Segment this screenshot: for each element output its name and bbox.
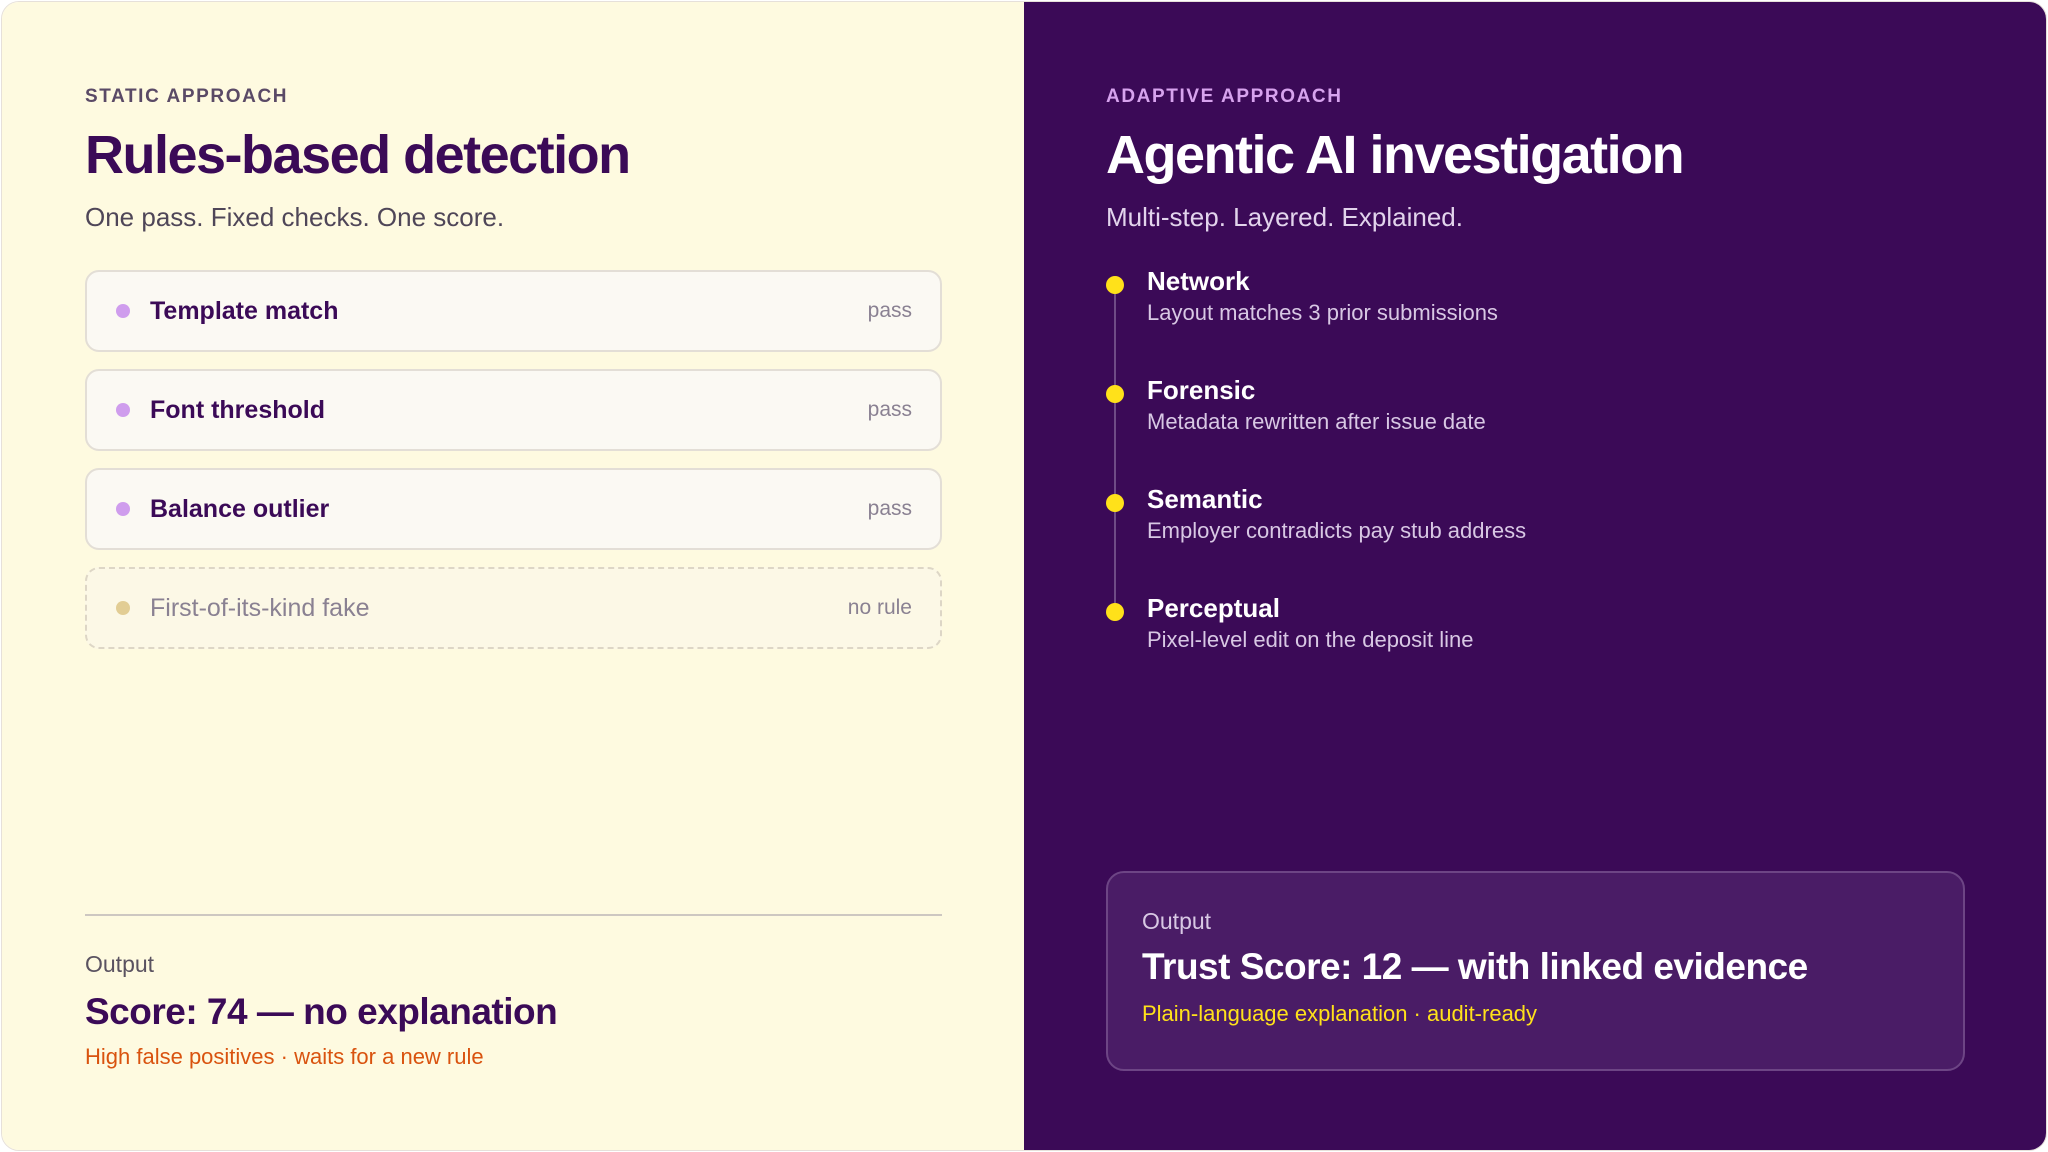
investigation-timeline: Network Layout matches 3 prior submissio… <box>1106 266 1964 702</box>
output-label: Output <box>1142 908 1212 934</box>
rule-status: no rule <box>847 596 912 619</box>
step-description: Employer contradicts pay stub address <box>1147 518 1527 543</box>
rule-bullet-icon <box>116 403 130 417</box>
step-description: Layout matches 3 prior submissions <box>1147 300 1498 325</box>
step-bullet-icon <box>1106 385 1124 403</box>
step-bullet-icon <box>1106 603 1124 621</box>
adaptive-eyebrow: ADAPTIVE APPROACH <box>1106 86 1343 107</box>
static-subtitle: One pass. Fixed checks. One score. <box>85 202 505 232</box>
rule-bullet-icon <box>116 601 130 615</box>
output-label: Output <box>85 951 155 977</box>
rule-bullet-icon <box>116 304 130 318</box>
step-perceptual: Perceptual Pixel-level edit on the depos… <box>1106 593 1964 702</box>
adaptive-approach-panel: ADAPTIVE APPROACH Agentic AI investigati… <box>1024 2 2046 1150</box>
rule-list: Template match pass Font threshold pass … <box>85 270 942 649</box>
adaptive-title: Agentic AI investigation <box>1106 125 1685 185</box>
rule-label: First-of-its-kind fake <box>150 593 370 622</box>
output-trust-score: Trust Score: 12 — with linked evidence <box>1142 946 1808 987</box>
step-bullet-icon <box>1106 276 1124 294</box>
rule-label: Template match <box>150 296 339 325</box>
step-description: Pixel-level edit on the deposit line <box>1147 627 1474 652</box>
step-title: Network <box>1147 266 1250 296</box>
rule-card-font-threshold: Font threshold pass <box>85 369 942 451</box>
rule-card-template-match: Template match pass <box>85 270 942 352</box>
static-eyebrow: STATIC APPROACH <box>85 86 289 107</box>
step-title: Forensic <box>1147 375 1256 405</box>
adaptive-subtitle: Multi-step. Layered. Explained. <box>1106 202 1463 232</box>
output-score: Score: 74 — no explanation <box>85 991 558 1032</box>
step-title: Semantic <box>1147 484 1263 514</box>
rule-status: pass <box>867 299 912 322</box>
rule-card-balance-outlier: Balance outlier pass <box>85 468 942 550</box>
output-note: Plain-language explanation · audit-ready <box>1142 1001 1538 1026</box>
static-output: Output Score: 74 — no explanation High f… <box>85 914 942 1072</box>
output-note: High false positives · waits for a new r… <box>85 1044 484 1069</box>
step-title: Perceptual <box>1147 593 1280 623</box>
step-forensic: Forensic Metadata rewritten after issue … <box>1106 375 1964 484</box>
rule-status: pass <box>867 398 912 421</box>
rule-label: Font threshold <box>150 395 325 424</box>
step-semantic: Semantic Employer contradicts pay stub a… <box>1106 484 1964 593</box>
rule-status: pass <box>867 497 912 520</box>
step-network: Network Layout matches 3 prior submissio… <box>1106 266 1964 375</box>
rule-card-first-of-its-kind: First-of-its-kind fake no rule <box>85 567 942 649</box>
static-title: Rules-based detection <box>85 125 631 185</box>
static-approach-panel: STATIC APPROACH Rules-based detection On… <box>2 2 1024 1150</box>
rule-label: Balance outlier <box>150 494 330 523</box>
step-description: Metadata rewritten after issue date <box>1147 409 1486 434</box>
rule-bullet-icon <box>116 502 130 516</box>
comparison-slide: STATIC APPROACH Rules-based detection On… <box>1 1 2047 1151</box>
step-bullet-icon <box>1106 494 1124 512</box>
adaptive-output-card: Output Trust Score: 12 — with linked evi… <box>1106 871 1965 1071</box>
